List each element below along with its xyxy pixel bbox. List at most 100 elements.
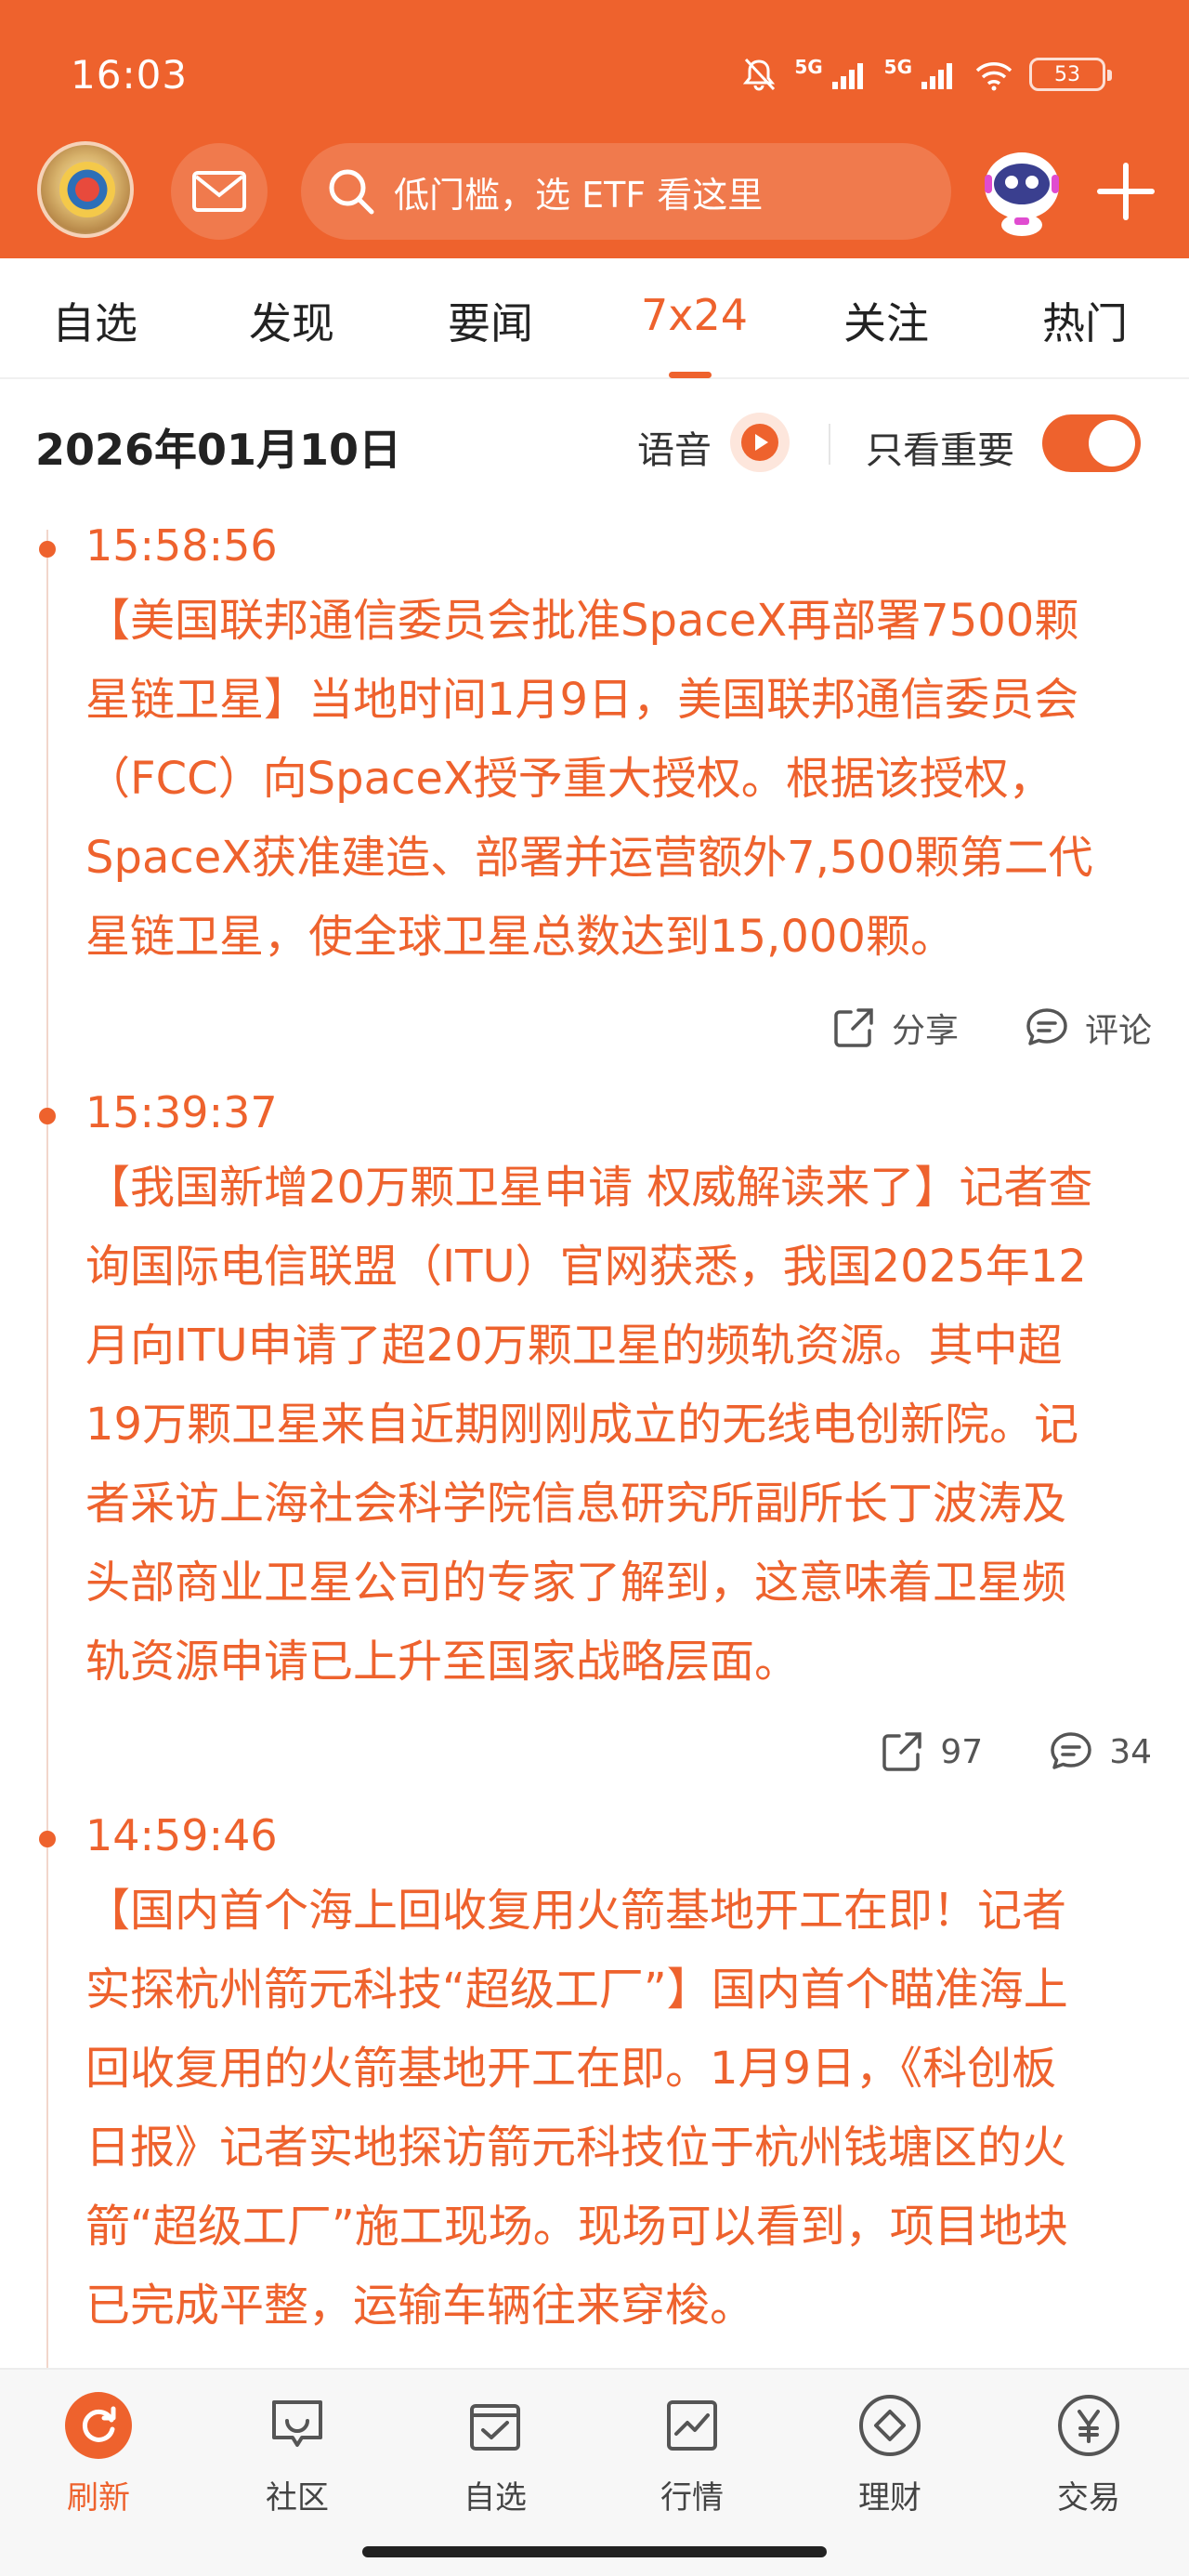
timeline-dot [39, 1108, 56, 1124]
nav-market[interactable]: 行情 [627, 2390, 757, 2517]
app-header: 16:03 5G 5G 53 低门槛，选 ETF 看这里 [0, 0, 1189, 258]
news-body[interactable]: 【国内首个海上回收复用火箭基地开工在即！记者 实探杭州箭元科技“超级工厂”】国内… [85, 1872, 1154, 2346]
watchlist-icon [460, 2390, 530, 2461]
news-line: 回收复用的火箭基地开工在即。1月9日，《科创板 [85, 2043, 1057, 2095]
search-placeholder: 低门槛，选 ETF 看这里 [394, 174, 764, 216]
community-icon [262, 2390, 333, 2461]
share-button[interactable]: 分享 [830, 1004, 959, 1052]
play-icon [741, 424, 778, 461]
news-line: 日报》记者实地探访箭元科技位于杭州钱塘区的火 [85, 2122, 1067, 2174]
important-only-toggle[interactable] [1042, 414, 1141, 472]
signal-1-label: 5G [794, 56, 823, 78]
wealth-icon [855, 2390, 925, 2461]
news-line: 【我国新增20万颗卫星申请 权威解读来了】记者查 [85, 1162, 1093, 1214]
messages-button[interactable] [171, 143, 268, 240]
date-label: 2026年01月10日 [35, 425, 402, 475]
trade-icon [1053, 2390, 1124, 2461]
news-line: 星链卫星】当地时间1月9日，美国联邦通信委员会 [85, 674, 1079, 726]
tab-following[interactable]: 关注 [843, 290, 929, 351]
tab-discover[interactable]: 发现 [249, 290, 334, 351]
voice-play-button[interactable] [730, 413, 790, 472]
top-row: 低门槛，选 ETF 看这里 [0, 139, 1189, 242]
news-item[interactable]: 14:59:46 【国内首个海上回收复用火箭基地开工在即！记者 实探杭州箭元科技… [0, 1810, 1189, 2349]
news-line: 箭“超级工厂”施工现场。现场可以看到，项目地块 [85, 2201, 1068, 2253]
share-icon [834, 1008, 873, 1047]
status-icons: 5G 5G 53 [738, 56, 1112, 93]
tab-headlines[interactable]: 要闻 [448, 290, 533, 351]
battery-level: 53 [1054, 62, 1080, 86]
news-actions: 分享 评论 [830, 1004, 1152, 1052]
news-body[interactable]: 【我国新增20万颗卫星申请 权威解读来了】记者查 询国际电信联盟（ITU）官网获… [85, 1149, 1154, 1702]
robot-mascot-icon[interactable] [972, 139, 1072, 240]
avatar[interactable] [37, 141, 134, 238]
share-button[interactable]: 97 [879, 1728, 983, 1775]
status-bar: 16:03 5G 5G 53 [0, 0, 1189, 139]
tab-hot[interactable]: 热门 [1042, 290, 1128, 351]
tab-7x24[interactable]: 7x24 [641, 290, 748, 340]
search-input[interactable]: 低门槛，选 ETF 看这里 [301, 143, 951, 240]
voice-label: 语音 [637, 429, 712, 472]
comment-label: 评论 [1084, 1012, 1152, 1050]
news-item[interactable]: 15:58:56 【美国联邦通信委员会批准SpaceX再部署7500颗 星链卫星… [0, 520, 1189, 1078]
share-label: 分享 [891, 1012, 959, 1050]
share-icon [882, 1732, 922, 1771]
timeline-dot [39, 1831, 56, 1847]
nav-wealth[interactable]: 理财 [825, 2390, 955, 2517]
comment-icon [1026, 1008, 1067, 1045]
divider [829, 424, 830, 465]
plus-icon[interactable] [1092, 158, 1159, 225]
mail-icon [192, 171, 246, 212]
refresh-icon [63, 2390, 134, 2461]
home-indicator[interactable] [362, 2546, 827, 2557]
search-icon [329, 169, 374, 215]
important-only-label: 只看重要 [866, 429, 1014, 472]
market-icon [657, 2390, 727, 2461]
nav-label: 行情 [660, 2479, 724, 2517]
comment-count: 34 [1109, 1732, 1152, 1771]
nav-community[interactable]: 社区 [232, 2390, 362, 2517]
mute-bell-icon [743, 58, 776, 91]
tab-watchlist[interactable]: 自选 [52, 290, 137, 351]
toggle-knob [1089, 420, 1135, 467]
news-line: SpaceX获准建造、部署并运营额外7,500颗第二代 [85, 832, 1093, 884]
filter-row: 2026年01月10日 语音 只看重要 [0, 379, 1189, 509]
share-count: 97 [940, 1732, 984, 1771]
signal-2-label: 5G [883, 56, 912, 78]
comment-icon [1051, 1732, 1091, 1769]
nav-label: 社区 [266, 2479, 329, 2517]
news-actions: 97 34 [879, 1728, 1152, 1775]
signal-1-icon [831, 63, 863, 89]
comment-button[interactable]: 34 [1048, 1728, 1152, 1775]
news-line: 【美国联邦通信委员会批准SpaceX再部署7500颗 [85, 595, 1079, 647]
wifi-icon [975, 62, 1013, 91]
news-time: 14:59:46 [85, 1810, 278, 1860]
bottom-nav: 刷新 社区 自选 行情 理财 交易 [0, 2368, 1189, 2576]
news-line: 已完成平整，运输车辆往来穿梭。 [85, 2280, 755, 2332]
active-tab-indicator [669, 372, 712, 378]
news-line: 星链卫星，使全球卫星总数达到15,000颗。 [85, 911, 955, 963]
news-time: 15:39:37 [85, 1087, 278, 1137]
news-line: 19万颗卫星来自近期刚刚成立的无线电创新院。记 [85, 1399, 1079, 1451]
news-line: 轨资源申请已上升至国家战略层面。 [85, 1636, 800, 1688]
battery-icon: 53 [1029, 58, 1112, 91]
news-time: 15:58:56 [85, 520, 278, 571]
status-time: 16:03 [71, 52, 189, 98]
nav-watchlist[interactable]: 自选 [430, 2390, 560, 2517]
nav-refresh[interactable]: 刷新 [33, 2390, 163, 2517]
news-line: （FCC）向SpaceX授予重大授权。根据该授权， [85, 753, 1053, 805]
avatar-image [59, 162, 115, 217]
nav-label: 交易 [1057, 2479, 1120, 2517]
news-line: 月向ITU申请了超20万颗卫星的频轨资源。其中超 [85, 1320, 1063, 1372]
news-body[interactable]: 【美国联邦通信委员会批准SpaceX再部署7500颗 星链卫星】当地时间1月9日… [85, 582, 1154, 977]
nav-trade[interactable]: 交易 [1024, 2390, 1154, 2517]
news-line: 者采访上海社会科学院信息研究所副所长丁波涛及 [85, 1478, 1067, 1530]
nav-label: 自选 [464, 2479, 527, 2517]
news-line: 询国际电信联盟（ITU）官网获悉，我国2025年12 [85, 1241, 1087, 1293]
nav-label: 理财 [858, 2479, 921, 2517]
timeline-dot [39, 541, 56, 558]
signal-2-icon [921, 63, 952, 89]
comment-button[interactable]: 评论 [1024, 1004, 1152, 1052]
news-line: 头部商业卫星公司的专家了解到，这意味着卫星频 [85, 1557, 1067, 1609]
tab-bar: 自选 发现 要闻 7x24 关注 热门 [0, 258, 1189, 379]
news-item[interactable]: 15:39:37 【我国新增20万颗卫星申请 权威解读来了】记者查 询国际电信联… [0, 1087, 1189, 1794]
